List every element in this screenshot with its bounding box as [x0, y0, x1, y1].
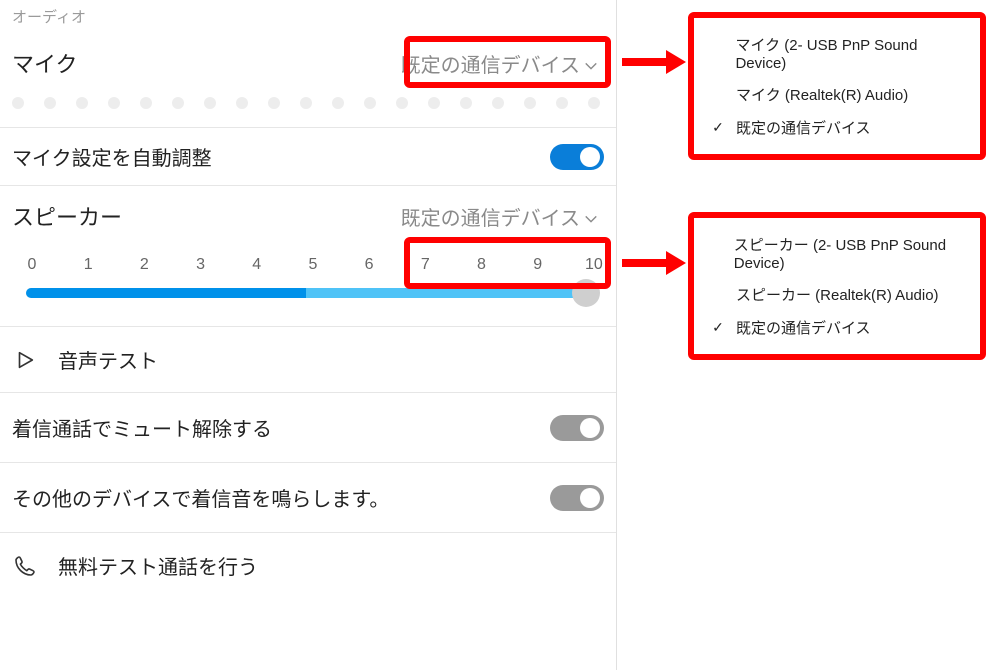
other-device-ring-row: その他のデバイスで着信音を鳴らします。: [0, 463, 616, 532]
mic-option[interactable]: ✓ 既定の通信デバイス: [710, 111, 964, 144]
other-device-ring-label: その他のデバイスで着信音を鳴らします。: [12, 483, 389, 512]
slider-thumb[interactable]: [572, 279, 600, 307]
annotation-arrow-icon: [620, 249, 686, 277]
unmute-incoming-row: 着信通話でミュート解除する: [0, 393, 616, 462]
speaker-option[interactable]: スピーカー (2- USB PnP Sound Device): [710, 228, 964, 278]
speaker-device-dropdown[interactable]: 既定の通信デバイス: [401, 202, 604, 231]
auto-adjust-row: マイク設定を自動調整: [0, 128, 616, 185]
checkmark-icon: ✓: [710, 119, 726, 136]
audio-settings-panel: オーディオ マイク 既定の通信デバイス マイク設定を自動調整 スピーカー 既定の…: [0, 0, 617, 670]
other-device-ring-toggle[interactable]: [550, 485, 604, 511]
mic-device-dropdown[interactable]: 既定の通信デバイス: [401, 49, 604, 78]
audio-test-label: 音声テスト: [58, 345, 158, 374]
chevron-down-icon: [584, 209, 598, 223]
phone-icon: [12, 553, 38, 579]
speaker-options-popup: スピーカー (2- USB PnP Sound Device) スピーカー (R…: [688, 212, 986, 360]
audio-test-button[interactable]: 音声テスト: [0, 327, 616, 392]
mic-options-popup: マイク (2- USB PnP Sound Device) マイク (Realt…: [688, 12, 986, 160]
section-header-audio: オーディオ: [0, 0, 616, 33]
speaker-volume-section: 0 1 2 3 4 5 6 7 8 9 10: [0, 246, 616, 326]
auto-adjust-toggle[interactable]: [550, 144, 604, 170]
speaker-label: スピーカー: [12, 200, 122, 232]
slider-tick-labels: 0 1 2 3 4 5 6 7 8 9 10: [22, 256, 604, 274]
mic-level-meter: [0, 93, 616, 127]
speaker-option[interactable]: スピーカー (Realtek(R) Audio): [710, 278, 964, 311]
play-icon: [12, 347, 38, 373]
speaker-device-selected: 既定の通信デバイス: [401, 202, 580, 231]
annotation-arrow-icon: [620, 48, 686, 76]
speaker-volume-slider[interactable]: [26, 288, 586, 298]
free-test-call-label: 無料テスト通話を行う: [58, 551, 258, 580]
mic-label: マイク: [12, 47, 78, 79]
mic-option[interactable]: マイク (2- USB PnP Sound Device): [710, 28, 964, 78]
auto-adjust-label: マイク設定を自動調整: [12, 142, 212, 171]
checkmark-icon: ✓: [710, 319, 726, 336]
unmute-incoming-label: 着信通話でミュート解除する: [12, 413, 272, 442]
chevron-down-icon: [584, 56, 598, 70]
speaker-row: スピーカー 既定の通信デバイス: [0, 186, 616, 246]
mic-row: マイク 既定の通信デバイス: [0, 33, 616, 93]
speaker-option[interactable]: ✓ 既定の通信デバイス: [710, 311, 964, 344]
mic-option[interactable]: マイク (Realtek(R) Audio): [710, 78, 964, 111]
mic-device-selected: 既定の通信デバイス: [401, 49, 580, 78]
free-test-call-button[interactable]: 無料テスト通話を行う: [0, 533, 616, 598]
unmute-incoming-toggle[interactable]: [550, 415, 604, 441]
